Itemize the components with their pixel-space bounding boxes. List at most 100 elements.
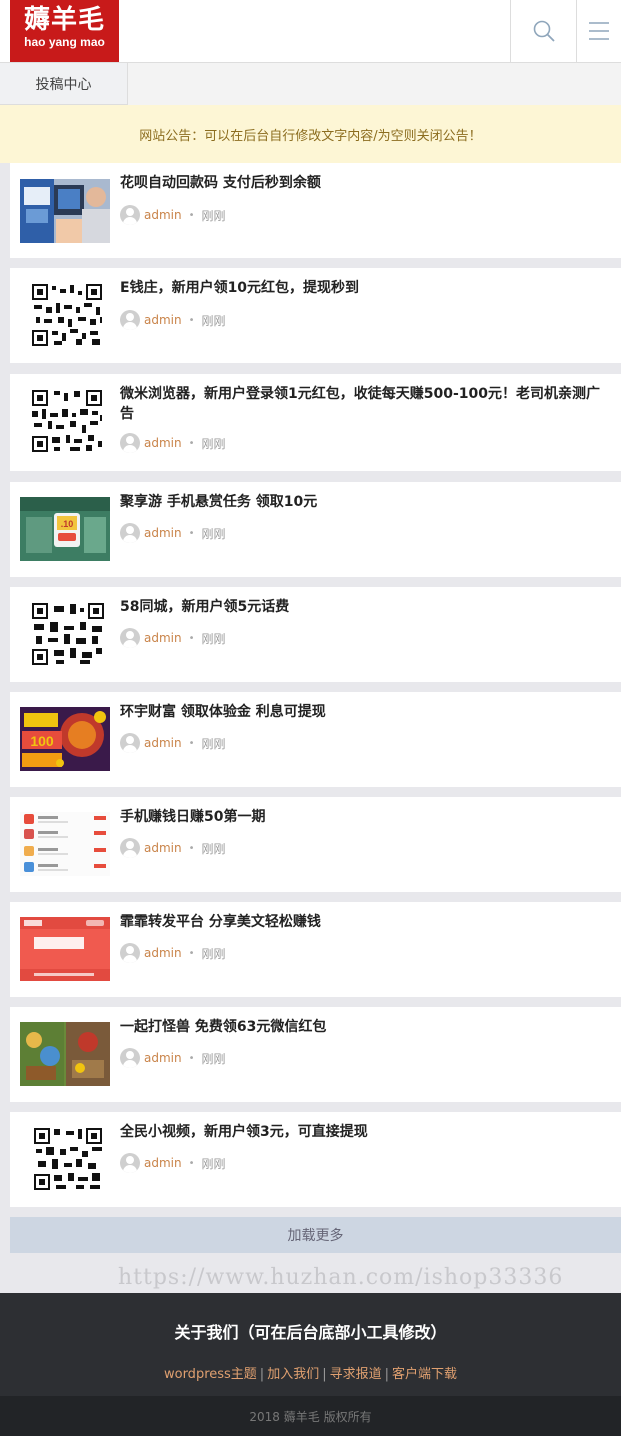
post-title[interactable]: 一起打怪兽 免费领63元微信红包	[120, 1017, 610, 1037]
post-author[interactable]: admin	[144, 1156, 182, 1170]
post-item[interactable]: 58同城，新用户领5元话费 admin • 刚刚	[10, 587, 621, 682]
footer-link-seek-coverage[interactable]: 寻求报道	[330, 1367, 382, 1382]
watermark-text: https://www.huzhan.com/ishop33336	[118, 1265, 564, 1290]
post-thumbnail[interactable]	[20, 602, 110, 666]
post-author[interactable]: admin	[144, 436, 182, 450]
footer-link-wordpress-theme[interactable]: wordpress主题	[164, 1367, 257, 1382]
post-title[interactable]: 微米浏览器，新用户登录领1元红包，收徒每天赚500-100元！老司机亲测广告	[120, 384, 610, 424]
post-time: 刚刚	[201, 1051, 226, 1066]
post-author[interactable]: admin	[144, 946, 182, 960]
post-meta: admin • 刚刚	[120, 523, 226, 543]
avatar	[120, 1048, 140, 1068]
avatar	[120, 733, 140, 753]
menu-icon	[589, 22, 609, 40]
post-meta: admin • 刚刚	[120, 733, 226, 753]
post-time: 刚刚	[201, 526, 226, 541]
post-item[interactable]: .10 聚享游 手机悬赏任务 领取10元 admin • 刚刚	[10, 482, 621, 577]
post-item[interactable]: 霏霏转发平台 分享美文轻松赚钱 admin • 刚刚	[10, 902, 621, 997]
avatar	[120, 433, 140, 453]
meta-separator: •	[188, 947, 195, 959]
post-meta: admin • 刚刚	[120, 433, 226, 453]
post-time: 刚刚	[201, 946, 226, 961]
meta-separator: •	[188, 737, 195, 749]
post-meta: admin • 刚刚	[120, 1153, 226, 1173]
post-title[interactable]: 58同城，新用户领5元话费	[120, 597, 610, 617]
post-thumbnail[interactable]	[20, 283, 110, 347]
post-meta: admin • 刚刚	[120, 628, 226, 648]
post-meta: admin • 刚刚	[120, 838, 226, 858]
post-item[interactable]: E钱庄，新用户领10元红包，提现秒到 admin • 刚刚	[10, 268, 621, 363]
post-thumbnail[interactable]	[20, 1127, 110, 1191]
post-thumbnail[interactable]: 100	[20, 707, 110, 771]
copyright: 2018 薅羊毛 版权所有	[0, 1396, 621, 1436]
meta-separator: •	[188, 632, 195, 644]
meta-separator: •	[188, 842, 195, 854]
post-meta: admin • 刚刚	[120, 310, 226, 330]
post-time: 刚刚	[201, 436, 226, 451]
search-button[interactable]	[510, 0, 576, 62]
post-item[interactable]: 100 环宇财富 领取体验金 利息可提现 admin • 刚刚	[10, 692, 621, 787]
svg-text:100: 100	[30, 733, 54, 749]
post-thumbnail[interactable]: .10	[20, 497, 110, 561]
tab-submission-center[interactable]: 投稿中心	[0, 63, 128, 105]
post-item[interactable]: 全民小视频，新用户领3元，可直接提现 admin • 刚刚	[10, 1112, 621, 1207]
post-title[interactable]: 聚享游 手机悬赏任务 领取10元	[120, 492, 610, 512]
post-item[interactable]: 手机赚钱日赚50第一期 admin • 刚刚	[10, 797, 621, 892]
post-thumbnail[interactable]	[20, 917, 110, 981]
post-item[interactable]: 微米浏览器，新用户登录领1元红包，收徒每天赚500-100元！老司机亲测广告 a…	[10, 374, 621, 471]
avatar	[120, 628, 140, 648]
footer-title: 关于我们（可在后台底部小工具修改）	[174, 1323, 447, 1342]
meta-separator: •	[188, 1157, 195, 1169]
post-author[interactable]: admin	[144, 736, 182, 750]
post-title[interactable]: 手机赚钱日赚50第一期	[120, 807, 610, 827]
post-meta: admin • 刚刚	[120, 1048, 226, 1068]
post-item[interactable]: 花呗自动回款码 支付后秒到余额 admin • 刚刚	[10, 163, 621, 258]
link-separator: |	[384, 1367, 389, 1382]
meta-separator: •	[188, 527, 195, 539]
post-time: 刚刚	[201, 736, 226, 751]
post-thumbnail[interactable]	[20, 389, 110, 453]
site-header: 薅羊毛 hao yang mao	[0, 0, 621, 63]
post-thumbnail[interactable]	[20, 1022, 110, 1086]
avatar	[120, 310, 140, 330]
footer-link-join-us[interactable]: 加入我们	[267, 1367, 319, 1382]
post-title[interactable]: E钱庄，新用户领10元红包，提现秒到	[120, 278, 610, 298]
post-time: 刚刚	[201, 1156, 226, 1171]
post-author[interactable]: admin	[144, 526, 182, 540]
link-separator: |	[322, 1367, 327, 1382]
avatar	[120, 838, 140, 858]
post-thumbnail[interactable]	[20, 812, 110, 876]
menu-button[interactable]	[576, 0, 621, 62]
post-title[interactable]: 全民小视频，新用户领3元，可直接提现	[120, 1122, 610, 1142]
post-item[interactable]: 一起打怪兽 免费领63元微信红包 admin • 刚刚	[10, 1007, 621, 1102]
sub-navigation: 投稿中心	[0, 63, 621, 105]
post-time: 刚刚	[201, 631, 226, 646]
post-title[interactable]: 环宇财富 领取体验金 利息可提现	[120, 702, 610, 722]
post-author[interactable]: admin	[144, 841, 182, 855]
meta-separator: •	[188, 209, 195, 221]
post-thumbnail[interactable]	[20, 179, 110, 243]
post-author[interactable]: admin	[144, 631, 182, 645]
post-author[interactable]: admin	[144, 1051, 182, 1065]
meta-separator: •	[188, 437, 195, 449]
site-notice: 网站公告：可以在后台自行修改文字内容/为空则关闭公告！	[0, 105, 621, 163]
svg-text:.10: .10	[61, 519, 74, 529]
site-logo[interactable]: 薅羊毛 hao yang mao	[10, 0, 119, 62]
post-author[interactable]: admin	[144, 313, 182, 327]
post-title[interactable]: 霏霏转发平台 分享美文轻松赚钱	[120, 912, 610, 932]
meta-separator: •	[188, 1052, 195, 1064]
avatar	[120, 523, 140, 543]
post-author[interactable]: admin	[144, 208, 182, 222]
post-time: 刚刚	[201, 208, 226, 223]
post-meta: admin • 刚刚	[120, 943, 226, 963]
post-title[interactable]: 花呗自动回款码 支付后秒到余额	[120, 173, 610, 193]
avatar	[120, 205, 140, 225]
footer-link-client-download[interactable]: 客户端下载	[392, 1367, 457, 1382]
logo-text: 薅羊毛	[23, 5, 105, 35]
load-more-button[interactable]: 加载更多	[10, 1217, 621, 1253]
meta-separator: •	[188, 314, 195, 326]
logo-subtext: hao yang mao	[24, 35, 105, 49]
search-icon	[533, 20, 555, 42]
avatar	[120, 1153, 140, 1173]
post-time: 刚刚	[201, 313, 226, 328]
